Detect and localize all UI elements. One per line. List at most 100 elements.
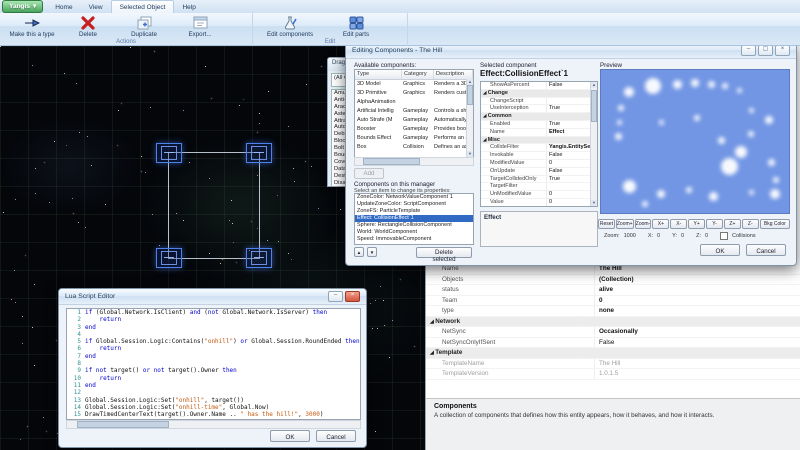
code-line[interactable]: 5if Global.Session.Logic:Contains("onhil… (67, 338, 360, 345)
property-row[interactable]: NetSync Occasionally (426, 327, 800, 338)
component-property-row[interactable]: Common (481, 113, 597, 121)
preview-control-button[interactable]: Z- (742, 219, 759, 229)
component-property-row[interactable]: Invokable False (481, 152, 597, 160)
manager-component-item[interactable]: World: WorldComponent (355, 229, 473, 236)
manager-component-item[interactable]: Effect: CollisionEffect`1 (355, 215, 473, 222)
lua-editor-titlebar[interactable]: Lua Script Editor – × (59, 289, 366, 305)
component-property-row[interactable]: Name Effect (481, 129, 597, 137)
code-editor[interactable]: 1if (Global.Network.IsClient) and (not G… (66, 308, 361, 420)
ribbon-tab[interactable]: Selected Object (111, 0, 175, 13)
manager-component-item[interactable]: Speed: ImmovableComponent (355, 236, 473, 243)
property-value[interactable] (583, 348, 800, 358)
edit-components-button[interactable]: Edit components (257, 14, 323, 38)
component-property-row[interactable]: UnModifiedValue 0 (481, 191, 597, 199)
property-value[interactable]: (Collection) (595, 275, 800, 285)
property-row[interactable]: status alive (426, 285, 800, 296)
move-down-button[interactable]: ▼ (367, 247, 377, 257)
collisions-checkbox[interactable] (720, 232, 728, 240)
property-row[interactable]: Template (426, 348, 800, 359)
preview-control-button[interactable]: X- (670, 219, 687, 229)
property-row[interactable]: type none (426, 306, 800, 317)
move-up-button[interactable]: ▲ (354, 247, 364, 257)
selection-handle-top-left[interactable] (156, 143, 182, 163)
component-property-row[interactable]: ChangeScript (481, 98, 597, 106)
component-table-row[interactable]: Auto Strafe (M Gameplay Automatically st… (355, 116, 473, 125)
component-table-row[interactable]: Box Collision Defines an axis-alig (355, 143, 473, 152)
component-table-row[interactable]: AlphaAnimation (355, 98, 473, 107)
code-line[interactable]: 8 (67, 360, 360, 367)
code-line[interactable]: 6 return (67, 345, 360, 352)
component-property-value[interactable] (539, 137, 597, 144)
cancel-button[interactable]: Cancel (746, 244, 786, 256)
preview-control-button[interactable]: Bkg Color (760, 219, 790, 229)
component-property-row[interactable]: CollideFilter Yangis.EntitySelect (481, 144, 597, 152)
property-row[interactable]: Objects (Collection) (426, 275, 800, 286)
minimize-button[interactable]: – (328, 291, 343, 302)
ok-button[interactable]: OK (700, 244, 740, 256)
property-row[interactable]: TemplateName The Hill (426, 359, 800, 370)
selection-handle-top-right[interactable] (246, 143, 272, 163)
property-row[interactable]: TemplateVersion 1.0.1.5 (426, 369, 800, 380)
duplicate-button[interactable]: Duplicate (116, 14, 172, 38)
preview-control-button[interactable]: Zoom- (635, 219, 652, 229)
property-value[interactable]: Occasionally (595, 327, 800, 337)
component-table-row[interactable]: Bounds Effect Gameplay Performs an actio… (355, 134, 473, 143)
ribbon-tab[interactable]: View (81, 1, 111, 13)
component-property-value[interactable] (539, 90, 597, 97)
ribbon-tab[interactable]: Help (174, 1, 203, 13)
property-row[interactable]: Team 0 (426, 296, 800, 307)
code-line[interactable]: 12 (67, 389, 360, 396)
component-property-value[interactable] (539, 113, 597, 120)
column-type[interactable]: Type (355, 70, 402, 79)
property-value[interactable]: False (595, 338, 800, 348)
code-line[interactable]: 11end (67, 382, 360, 389)
edit-parts-button[interactable]: Edit parts (323, 14, 389, 38)
minimize-button[interactable]: – (741, 45, 756, 56)
property-value[interactable] (583, 317, 800, 327)
delete-button[interactable]: Delete (60, 14, 116, 38)
selection-handle-bottom-left[interactable] (156, 248, 182, 268)
code-line[interactable]: 2 return (67, 316, 360, 323)
ribbon-tab[interactable]: Home (47, 1, 80, 13)
code-line[interactable]: 13Global.Session.Logic:Set("onhill", tar… (67, 397, 360, 404)
column-description[interactable]: Description (434, 70, 473, 79)
code-line[interactable]: 15DrawTimedCenterText(target().Owner.Nam… (67, 411, 360, 418)
manager-component-item[interactable]: ZoneColor: NetworkValueComponent`1 (355, 194, 473, 201)
maximize-button[interactable]: ▢ (758, 45, 773, 56)
manager-component-item[interactable]: UpdateZoneColor: ScriptComponent (355, 201, 473, 208)
component-property-row[interactable]: Misc (481, 137, 597, 145)
table-header[interactable]: Type Category Description (355, 70, 473, 80)
preview-control-button[interactable]: Zoom+ (616, 219, 634, 229)
make-this-a-type-button[interactable]: Make this a type (4, 14, 60, 38)
component-property-row[interactable]: UseInterception True (481, 105, 597, 113)
component-property-row[interactable]: Value 0 (481, 199, 597, 207)
code-line[interactable]: 3end (67, 324, 360, 331)
ok-button[interactable]: OK (270, 430, 310, 442)
property-row[interactable]: NetSyncOnlyIfSent False (426, 338, 800, 349)
component-property-row[interactable]: Change (481, 90, 597, 98)
property-value[interactable]: 1.0.1.5 (595, 369, 800, 379)
preview-control-button[interactable]: Y+ (688, 219, 705, 229)
component-property-row[interactable]: ModifiedValue 0 (481, 160, 597, 168)
table-vertical-scrollbar[interactable]: ▲ ▼ (466, 79, 473, 157)
export-button[interactable]: Export... (172, 14, 228, 38)
code-line[interactable]: 7end (67, 353, 360, 360)
component-property-row[interactable]: OnUpdate False (481, 168, 597, 176)
component-table-row[interactable]: 3D Model Graphics Renders a 3D mode (355, 80, 473, 89)
cancel-button[interactable]: Cancel (316, 430, 356, 442)
scroll-down-arrow[interactable]: ▼ (591, 200, 597, 206)
manager-component-item[interactable]: ZoneFS: ParticleTemplate (355, 208, 473, 215)
property-value[interactable]: The Hill (595, 359, 800, 369)
code-line[interactable]: 4 (67, 331, 360, 338)
component-table-row[interactable]: 3D Primitive Graphics Renders custom 3D (355, 89, 473, 98)
component-property-row[interactable]: Enabled True (481, 121, 597, 129)
app-menu-button[interactable]: Yangis ▾ (2, 0, 43, 13)
property-value[interactable]: alive (595, 285, 800, 295)
property-value[interactable]: 0 (595, 296, 800, 306)
column-category[interactable]: Category (402, 70, 434, 79)
preview-control-button[interactable]: X+ (652, 219, 669, 229)
delete-selected-button[interactable]: Delete selected (416, 247, 472, 258)
preview-control-button[interactable]: Y- (706, 219, 723, 229)
close-button[interactable]: × (345, 291, 360, 302)
scroll-up-arrow[interactable]: ▲ (591, 82, 597, 88)
